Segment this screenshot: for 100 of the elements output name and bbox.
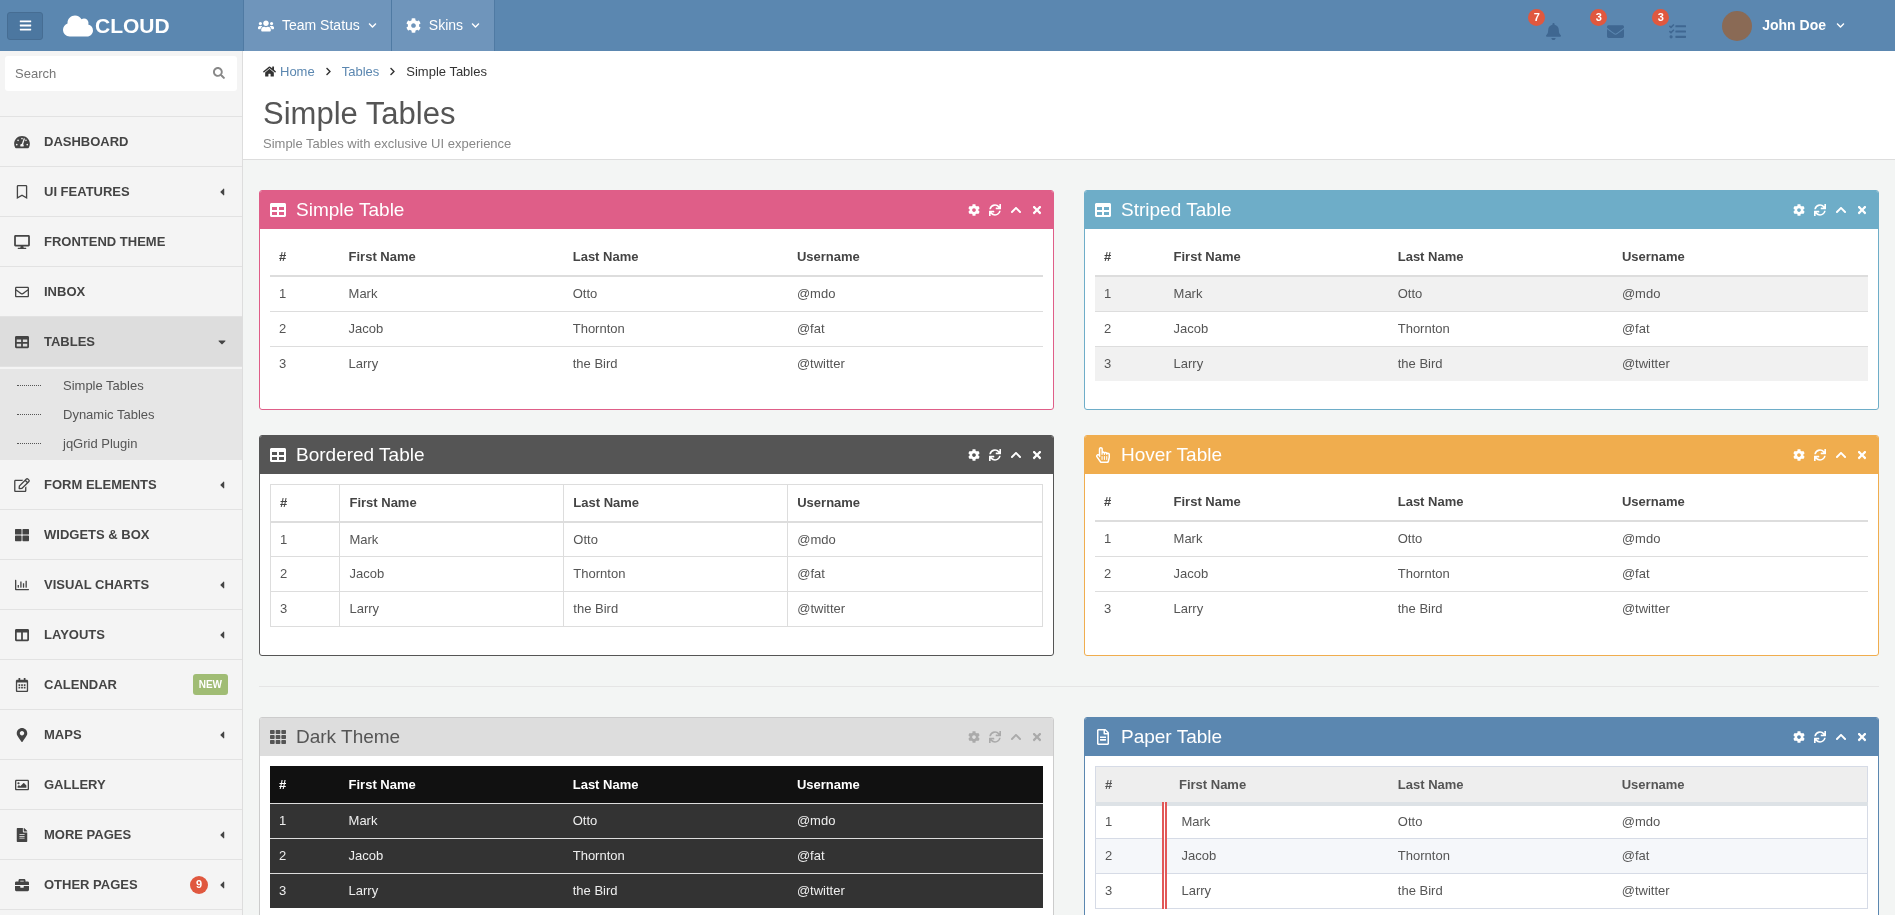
notification-button[interactable]: 3 (1590, 8, 1625, 43)
table-cell: Thornton (563, 556, 788, 592)
table-cell: Otto (1388, 521, 1613, 556)
calendar-icon (14, 677, 30, 692)
settings-icon[interactable] (968, 204, 980, 216)
home-icon (263, 65, 276, 79)
table-cell: Larry (1164, 591, 1389, 626)
table-cell: 2 (1095, 556, 1165, 591)
column-header: Last Name (1388, 484, 1613, 521)
table-cell: 3 (270, 873, 340, 908)
logo-text: CLOUD (95, 12, 170, 39)
submenu-item[interactable]: Simple Tables (63, 375, 144, 396)
table-cell: @twitter (1612, 591, 1868, 626)
count-badge: 9 (190, 875, 208, 894)
panel-title: Dark Theme (296, 724, 401, 749)
column-header: First Name (339, 766, 564, 803)
table-cell: Jacob (339, 556, 564, 592)
table-cell: @twitter (787, 346, 1043, 381)
table-cell: 2 (1095, 838, 1165, 874)
table-cell: Otto (563, 276, 788, 311)
column-header: First Name (1164, 484, 1389, 521)
table-cell: the Bird (563, 873, 788, 908)
submenu-item[interactable]: Dynamic Tables (63, 404, 155, 425)
table-icon (1095, 202, 1111, 218)
collapse-icon[interactable] (1010, 204, 1022, 216)
sidebar-item[interactable]: TABLES (0, 317, 242, 367)
table-cell: @twitter (1612, 346, 1868, 381)
column-header: Last Name (563, 766, 788, 803)
collapse-icon[interactable] (1835, 731, 1847, 743)
table-cell: @fat (1612, 838, 1868, 874)
refresh-icon[interactable] (989, 449, 1001, 461)
refresh-icon[interactable] (1814, 731, 1826, 743)
settings-icon (405, 18, 421, 33)
table-cell: Jacob (1164, 311, 1389, 346)
search-field[interactable]: Search (5, 56, 237, 91)
table-cell: 3 (270, 591, 340, 627)
table-cell: 2 (270, 556, 340, 592)
table-cell: 1 (270, 276, 340, 311)
table-cell: Jacob (339, 838, 564, 873)
settings-icon[interactable] (968, 449, 980, 461)
submenu-item[interactable]: jqGrid Plugin (63, 433, 138, 454)
envelope-icon (1607, 22, 1625, 40)
chevron-icon (1836, 21, 1845, 30)
table-cell: 2 (270, 838, 340, 873)
table-cell: 3 (270, 346, 340, 381)
new-badge: NEW (192, 674, 228, 695)
collapse-icon[interactable] (1010, 449, 1022, 461)
table-cell: Thornton (563, 838, 788, 873)
document-icon (1095, 729, 1111, 745)
table-cell: the Bird (563, 346, 788, 381)
list-icon (1669, 22, 1687, 40)
search-icon (213, 67, 225, 79)
column-header: Username (787, 766, 1043, 803)
breadcrumb-link[interactable]: Tables (341, 62, 380, 82)
table-cell: @fat (787, 311, 1043, 346)
table-cell: Larry (339, 873, 564, 908)
page-title: Simple Tables (263, 94, 457, 133)
table-cell: Mark (339, 276, 564, 311)
table-cell: 1 (270, 521, 340, 557)
column-header: First Name (1164, 239, 1389, 276)
refresh-icon[interactable] (989, 204, 1001, 216)
menu-button[interactable] (7, 11, 43, 40)
edit-icon (14, 477, 30, 492)
count-badge: 3 (1590, 8, 1608, 26)
table-cell: Larry (1164, 873, 1389, 909)
columns-icon (14, 627, 30, 642)
bar-chart-icon (14, 577, 30, 592)
table-cell: 3 (1095, 591, 1165, 626)
table-icon (270, 202, 286, 218)
close-icon[interactable] (1031, 204, 1043, 216)
table-cell: @mdo (1612, 521, 1868, 556)
panel-title: Bordered Table (296, 442, 425, 467)
table-cell: 2 (1095, 311, 1165, 346)
column-header: Last Name (563, 239, 788, 276)
chevron-icon (388, 67, 398, 77)
map-pin-icon (14, 727, 30, 742)
table-cell: @fat (787, 556, 1043, 592)
table-cell: @fat (787, 838, 1043, 873)
table-cell: 3 (1095, 873, 1165, 909)
table-cell: @fat (1612, 556, 1868, 591)
user-menu[interactable]: John Doe (1722, 10, 1845, 41)
close-icon[interactable] (1856, 731, 1868, 743)
settings-icon[interactable] (1793, 731, 1805, 743)
notification-button[interactable]: 7 (1528, 8, 1563, 43)
table-cell: the Bird (1388, 873, 1613, 909)
table-cell: Larry (1164, 346, 1389, 381)
table-cell: Jacob (339, 311, 564, 346)
grid-icon (270, 729, 286, 745)
table-cell: Larry (339, 346, 564, 381)
column-header: Username (787, 239, 1043, 276)
table-cell: Thornton (1388, 556, 1613, 591)
table-cell: @mdo (1612, 803, 1868, 839)
close-icon[interactable] (1031, 449, 1043, 461)
column-header: First Name (339, 239, 564, 276)
column-header: First Name (339, 484, 564, 522)
bookmark-icon (14, 184, 30, 199)
breadcrumb-link[interactable]: Home (280, 62, 315, 82)
notification-button[interactable]: 3 (1652, 8, 1687, 43)
table-cell: @fat (1612, 311, 1868, 346)
table-cell: Mark (339, 521, 564, 557)
